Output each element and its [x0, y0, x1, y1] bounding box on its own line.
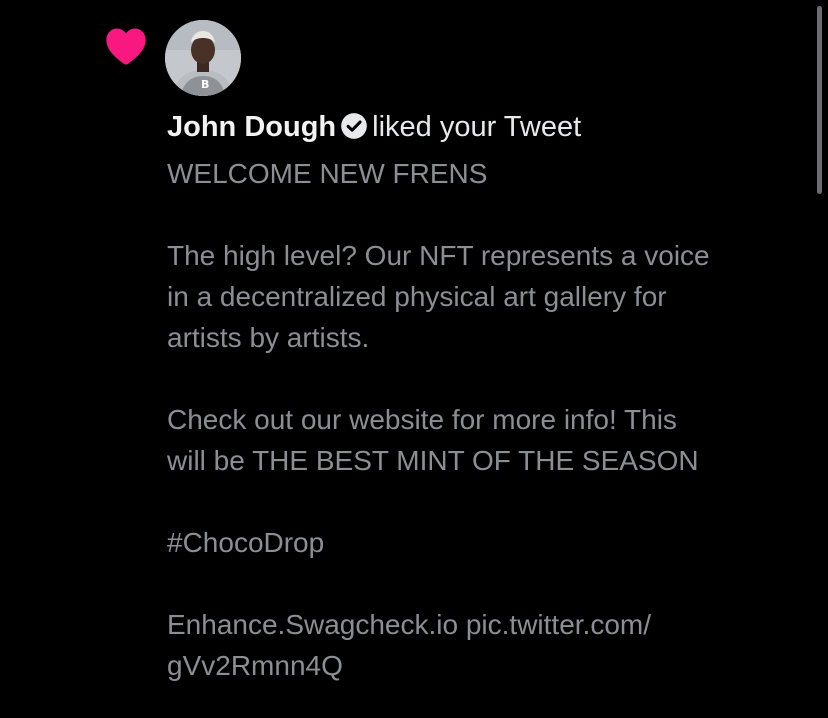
tweet-link: gVv2Rmnn4Q [167, 650, 343, 681]
scrollbar[interactable] [817, 6, 822, 194]
tweet-line: artists by artists. [167, 322, 370, 353]
user-avatar[interactable]: B [165, 20, 241, 96]
user-name[interactable]: John Dough [167, 111, 336, 143]
heart-icon [106, 28, 146, 65]
tweet-hashtag: #ChocoDrop [167, 527, 325, 558]
tweet-line: will be THE BEST MINT OF THE SEASON [167, 445, 699, 476]
tweet-line: in a decentralized physical art gallery … [167, 281, 667, 312]
avatar-image: B [165, 20, 241, 96]
tweet-title: WELCOME NEW FRENS [167, 158, 488, 189]
notification-action: liked your Tweet [372, 111, 582, 143]
tweet-line: Check out our website for more info! Thi… [167, 404, 677, 435]
svg-text:B: B [201, 78, 209, 91]
notification-headline: John Dough liked your Tweet [167, 108, 581, 146]
tweet-line: The high level? Our NFT represents a voi… [167, 240, 710, 271]
verified-badge-icon [341, 113, 367, 139]
tweet-text[interactable]: WELCOME NEW FRENS The high level? Our NF… [167, 153, 797, 686]
like-notification[interactable]: B John Dough liked your Tweet WELCOME NE… [0, 0, 828, 718]
tweet-link: Enhance.Swagcheck.io pic.twitter.com/ [167, 609, 652, 640]
